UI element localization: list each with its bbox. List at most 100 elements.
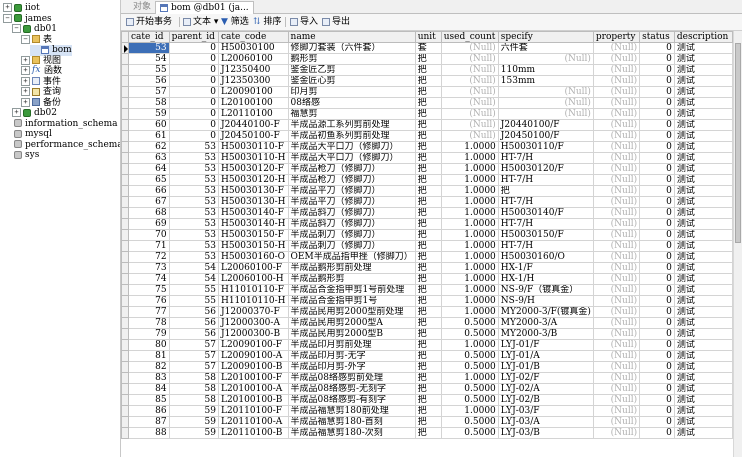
cell-specify[interactable]: H50030160/O — [497, 251, 594, 263]
cell-parent-id[interactable]: 53 — [168, 163, 219, 175]
cell-parent-id[interactable]: 53 — [168, 185, 219, 197]
cell-status[interactable]: 0 — [639, 295, 675, 307]
sort-button[interactable]: ⇅ 排序 — [253, 16, 281, 28]
cell-unit[interactable]: 把 — [414, 262, 442, 274]
row-indicator[interactable] — [121, 273, 129, 285]
cell-used-count[interactable]: 0.5000 — [440, 427, 499, 439]
cell-cate-code[interactable]: L20060100-H — [217, 273, 289, 285]
cell-status[interactable]: 0 — [639, 416, 675, 428]
cell-name[interactable]: 半成品斜刀（修脚刀） — [287, 218, 416, 230]
cell-specify[interactable]: LYJ-02/B — [497, 394, 594, 406]
row-indicator[interactable] — [121, 207, 129, 219]
table-row[interactable]: 69 53 H50030140-H 半成品斜刀（修脚刀）把 1.0000 HT-7/H (N… — [121, 218, 733, 230]
export-button[interactable]: 导出 — [322, 16, 350, 28]
table-row[interactable]: 73 54 L20060100-F 半成品鹅形剪前处理把 1.0000 HX-1/F (Nu… — [121, 262, 733, 274]
cell-cate-id[interactable]: 57 — [128, 86, 170, 98]
data-grid[interactable]: cate_id parent_id cate_code name unit used_co… — [121, 31, 733, 457]
cell-property[interactable]: (Null) — [592, 53, 641, 65]
expand-icon[interactable]: + — [3, 3, 12, 12]
cell-name[interactable]: 半成品民用剪2000型A — [287, 317, 416, 329]
cell-description[interactable]: 测试 — [673, 240, 733, 252]
cell-status[interactable]: 0 — [639, 306, 675, 318]
cell-parent-id[interactable]: 53 — [168, 174, 219, 186]
cell-unit[interactable]: 把 — [414, 317, 442, 329]
cell-cate-code[interactable]: H50030110-F — [217, 141, 289, 153]
table-row[interactable]: 79 56 J12000300-B 半成品民用剪2000型B 把 0.5000 MY2000… — [121, 328, 733, 340]
row-indicator[interactable] — [121, 196, 129, 208]
row-indicator[interactable] — [121, 229, 129, 241]
row-indicator[interactable] — [121, 416, 129, 428]
cell-cate-code[interactable]: J20450100-F — [217, 130, 289, 142]
cell-cate-code[interactable]: L20100100-A — [217, 383, 289, 395]
cell-name[interactable]: 鉴金匠心剪 — [287, 75, 416, 87]
tree-table-bom[interactable]: bom — [30, 45, 72, 56]
cell-status[interactable]: 0 — [639, 262, 675, 274]
cell-cate-code[interactable]: H50030160-O — [217, 251, 289, 263]
collapse-icon[interactable]: − — [3, 13, 12, 23]
cell-used-count[interactable]: (Null) — [440, 64, 499, 76]
cell-parent-id[interactable]: 54 — [168, 262, 219, 274]
cell-cate-code[interactable]: J12350300 — [217, 75, 289, 87]
cell-property[interactable]: (Null) — [592, 152, 641, 164]
cell-cate-id[interactable]: 66 — [128, 185, 170, 197]
cell-status[interactable]: 0 — [639, 218, 675, 230]
cell-used-count[interactable]: (Null) — [440, 119, 499, 131]
table-row[interactable]: 53 0 H50030100 修脚刀套装（六件套）套 (Null) 六件套 (Null) 0 测… — [121, 42, 733, 54]
cell-description[interactable]: 测试 — [673, 361, 733, 373]
cell-description[interactable]: 测试 — [673, 394, 733, 406]
cell-parent-id[interactable]: 54 — [168, 273, 219, 285]
cell-unit[interactable]: 把 — [414, 53, 442, 65]
cell-cate-id[interactable]: 73 — [128, 262, 170, 274]
cell-description[interactable]: 测试 — [673, 185, 733, 197]
cell-used-count[interactable]: 0.5000 — [440, 383, 499, 395]
cell-parent-id[interactable]: 53 — [168, 141, 219, 153]
table-row[interactable]: 62 53 H50030110-F 半成品大平口刀（修脚刀）把 1.0000 H50030… — [121, 141, 733, 153]
row-indicator[interactable] — [121, 251, 129, 263]
cell-status[interactable]: 0 — [639, 185, 675, 197]
cell-parent-id[interactable]: 55 — [168, 295, 219, 307]
import-button[interactable]: 导入 — [290, 16, 318, 28]
cell-unit[interactable]: 把 — [414, 108, 442, 120]
cell-cate-id[interactable]: 70 — [128, 229, 170, 241]
table-row[interactable]: 60 0 J20440100-F 半成品源工系列剪前处理把 (Null) J2044010… — [121, 119, 733, 131]
cell-unit[interactable]: 把 — [414, 64, 442, 76]
cell-cate-id[interactable]: 71 — [128, 240, 170, 252]
cell-cate-id[interactable]: 53 — [128, 42, 170, 54]
cell-property[interactable]: (Null) — [592, 328, 641, 340]
table-row[interactable]: 70 53 H50030150-F 半成品刺刀（修脚刀）把 1.0000 H5003015… — [121, 229, 733, 241]
cell-unit[interactable]: 把 — [414, 207, 442, 219]
filter-button[interactable]: ▼ 筛选 — [221, 16, 249, 28]
cell-unit[interactable]: 把 — [414, 163, 442, 175]
cell-cate-id[interactable]: 76 — [128, 295, 170, 307]
cell-status[interactable]: 0 — [639, 152, 675, 164]
cell-parent-id[interactable]: 0 — [168, 119, 219, 131]
table-row[interactable]: 87 59 L20110100-A 半成品福慧剪180-首刻把 0.5000 LYJ-03… — [121, 416, 733, 428]
cell-property[interactable]: (Null) — [592, 284, 641, 296]
cell-cate-id[interactable]: 83 — [128, 372, 170, 384]
scrollbar-thumb[interactable] — [735, 43, 741, 243]
table-row[interactable]: 56 0 J12350300 鉴金匠心剪把 (Null) 153mm (Null) 0 测试 — [121, 75, 733, 87]
cell-specify[interactable]: LYJ-03/F — [497, 405, 594, 417]
row-indicator[interactable] — [121, 108, 129, 120]
cell-specify[interactable]: H50030110/F — [497, 141, 594, 153]
cell-used-count[interactable]: 1.0000 — [440, 405, 499, 417]
cell-status[interactable]: 0 — [639, 108, 675, 120]
cell-name[interactable]: 印月剪 — [287, 86, 416, 98]
cell-parent-id[interactable]: 53 — [168, 207, 219, 219]
cell-property[interactable]: (Null) — [592, 405, 641, 417]
cell-property[interactable]: (Null) — [592, 218, 641, 230]
cell-name[interactable]: 半成品平刀（修脚刀） — [287, 196, 416, 208]
cell-description[interactable]: 测试 — [673, 130, 733, 142]
table-row[interactable]: 64 53 H50030120-F 半成品枪刀（修脚刀）把 1.0000 H5003012… — [121, 163, 733, 175]
cell-used-count[interactable]: (Null) — [440, 42, 499, 54]
table-row[interactable]: 59 0 L20110100 福慧剪把 (Null) (Null) (Null) 0 测试 — [121, 108, 733, 120]
table-row[interactable]: 83 58 L20100100-F 半成品08络感剪前处理把 1.0000 LYJ-02/… — [121, 372, 733, 384]
row-indicator[interactable] — [121, 185, 129, 197]
row-indicator[interactable] — [121, 361, 129, 373]
cell-cate-id[interactable]: 61 — [128, 130, 170, 142]
cell-cate-id[interactable]: 56 — [128, 75, 170, 87]
cell-cate-id[interactable]: 55 — [128, 64, 170, 76]
cell-cate-id[interactable]: 60 — [128, 119, 170, 131]
row-indicator[interactable] — [121, 383, 129, 395]
cell-status[interactable]: 0 — [639, 284, 675, 296]
